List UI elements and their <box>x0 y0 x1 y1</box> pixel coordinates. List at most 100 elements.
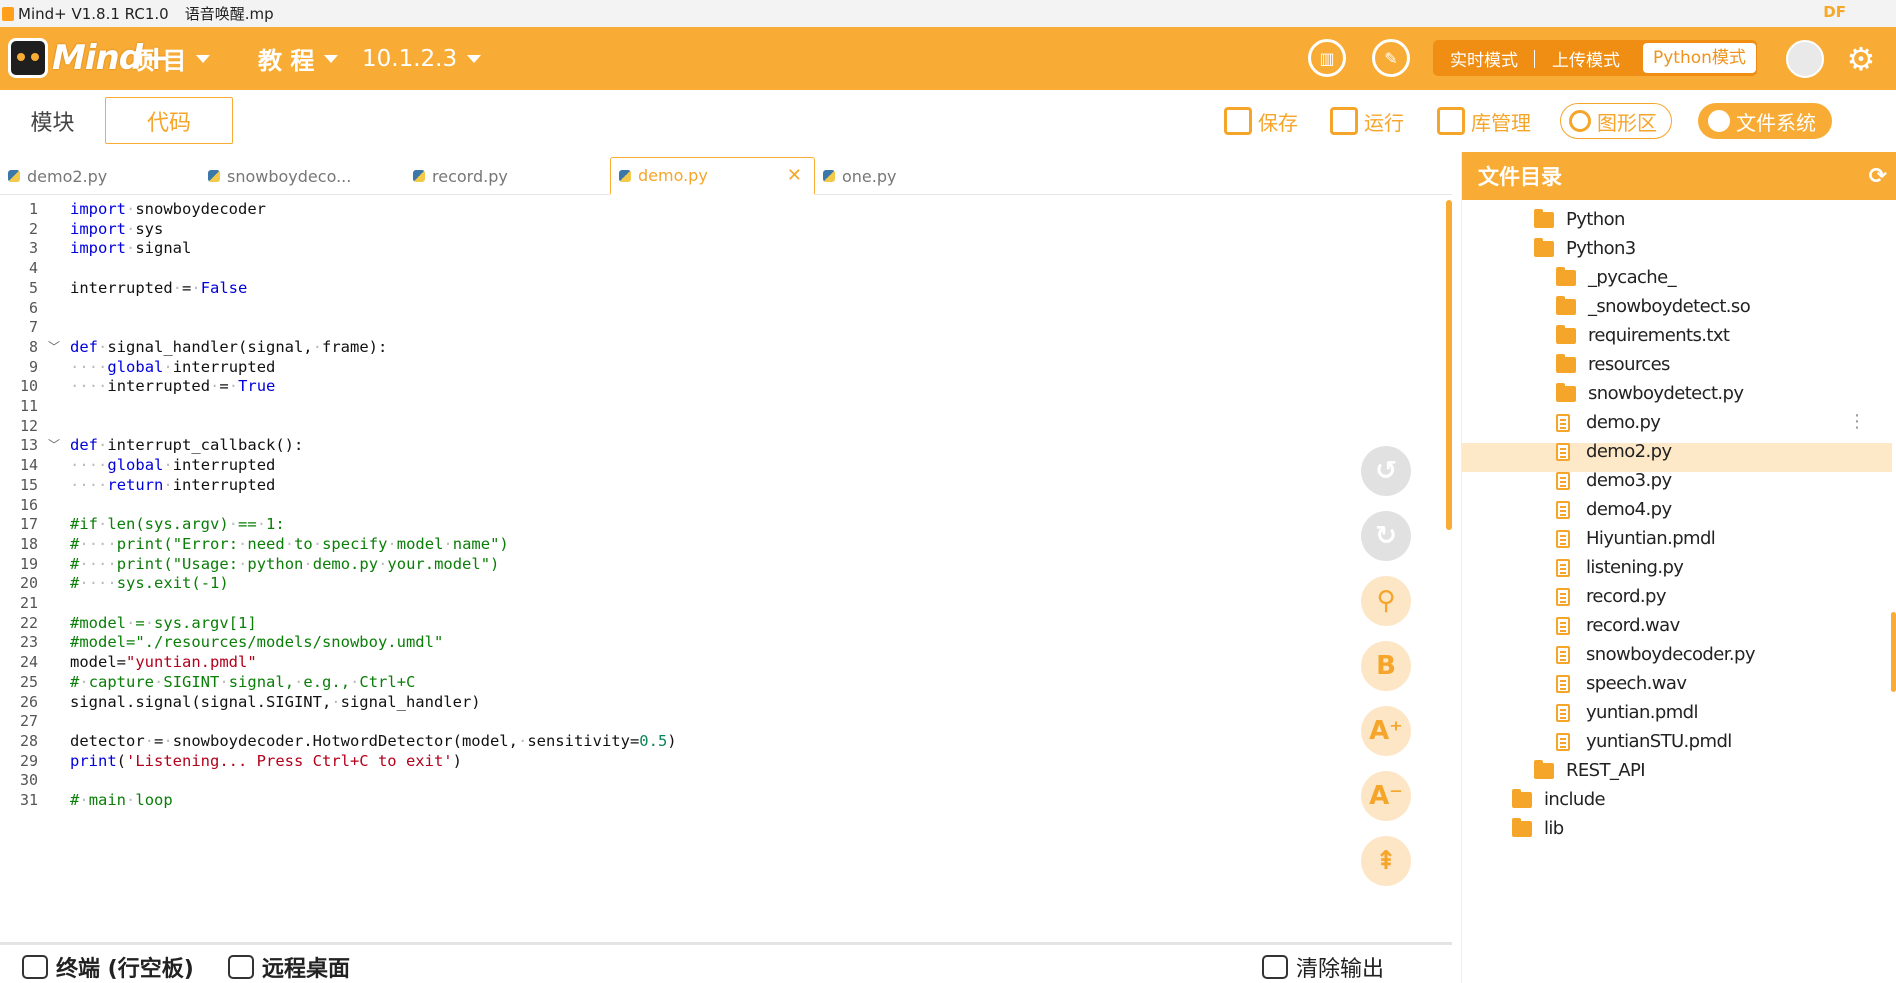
tab-file[interactable]: demo2.py <box>0 157 200 195</box>
tree-folder[interactable]: lib <box>1512 814 1564 843</box>
folder-icon <box>1534 208 1554 228</box>
mode-python[interactable]: Python模式 <box>1643 43 1756 73</box>
tab-file[interactable]: one.py <box>815 157 1020 195</box>
tree-file[interactable]: record.py <box>1556 582 1667 611</box>
tree-item-label: yuntian.pmdl <box>1586 702 1698 723</box>
file-icon <box>1556 674 1570 693</box>
tab-modules[interactable]: 模块 <box>0 97 105 144</box>
tab-file[interactable]: record.py <box>405 157 610 195</box>
tree-folder[interactable]: snowboydetect.py <box>1556 379 1744 408</box>
gear-icon[interactable]: ⚙ <box>1844 42 1878 76</box>
filesystem-button[interactable]: 文件系统 <box>1698 103 1832 139</box>
tab-file-label: demo.py <box>638 166 708 185</box>
link-icon <box>22 955 48 979</box>
python-icon <box>823 170 835 182</box>
python-icon <box>8 170 20 182</box>
clear-label: 清除输出 <box>1296 957 1385 982</box>
tree-item-label: REST_API <box>1566 760 1646 781</box>
filesystem-label: 文件系统 <box>1736 110 1816 135</box>
font-decrease-icon[interactable]: A⁻ <box>1361 771 1411 821</box>
user-avatar[interactable] <box>1786 40 1824 78</box>
tree-item-label: Python3 <box>1566 238 1636 259</box>
device-ip-menu[interactable]: 10.1.2.3 <box>362 27 482 90</box>
tree-file[interactable]: demo.py <box>1556 408 1661 437</box>
tab-file-label: record.py <box>432 166 508 186</box>
tree-file[interactable]: demo3.py <box>1556 466 1672 495</box>
remote-desktop-tab[interactable]: 远程桌面 <box>228 951 350 983</box>
terminal-tab[interactable]: 终端 (行空板) <box>22 951 194 983</box>
monitor-icon <box>228 955 254 979</box>
tree-folder[interactable]: Python <box>1534 205 1625 234</box>
project-menu[interactable]: 项 目 <box>130 27 211 90</box>
file-tabs: demo2.py snowboydeco... record.py demo.p… <box>0 157 1452 195</box>
window-title: Mind+ V1.8.1 RC1.0 <box>18 4 169 23</box>
file-icon <box>1556 529 1570 548</box>
run-button[interactable]: 运行 <box>1330 104 1404 138</box>
tree-item-label: requirements.txt <box>1588 325 1730 346</box>
tree-file[interactable]: speech.wav <box>1556 669 1687 698</box>
graph-area-button[interactable]: 图形区 <box>1560 103 1672 139</box>
python-icon <box>413 170 425 182</box>
tree-folder[interactable]: _snowboydetect.so <box>1556 292 1751 321</box>
format-bold-icon[interactable]: B <box>1361 641 1411 691</box>
chevron-down-icon <box>324 54 339 63</box>
undo-icon[interactable]: ↺ <box>1361 446 1411 496</box>
tree-item-label: snowboydetect.py <box>1588 383 1744 404</box>
refresh-icon[interactable]: ⟳ <box>1869 164 1887 189</box>
mode-realtime[interactable]: 实时模式 <box>1433 46 1535 71</box>
tree-item-label: _pycache_ <box>1588 267 1677 288</box>
search-icon[interactable]: ⚲ <box>1361 576 1411 626</box>
folder-icon <box>1556 324 1576 344</box>
tree-file[interactable]: listening.py <box>1556 553 1684 582</box>
tutorial-menu[interactable]: 教 程 <box>258 27 339 90</box>
redo-icon[interactable]: ↻ <box>1361 511 1411 561</box>
close-icon[interactable]: ✕ <box>787 165 802 186</box>
library-button[interactable]: 库管理 <box>1437 104 1531 138</box>
play-icon <box>1330 107 1358 135</box>
chevron-down-icon <box>196 54 211 63</box>
tree-file[interactable]: yuntianSTU.pmdl <box>1556 727 1732 756</box>
clear-output-button[interactable]: 清除输出 <box>1262 951 1384 983</box>
tab-code[interactable]: 代码 <box>105 97 233 144</box>
remote-label: 远程桌面 <box>262 957 351 982</box>
tree-folder[interactable]: resources <box>1556 350 1670 379</box>
tree-item-label: include <box>1544 789 1606 810</box>
mode-switch: 实时模式 上传模式 Python模式 <box>1433 40 1757 76</box>
save-button[interactable]: 保存 <box>1224 104 1298 138</box>
scroll-top-icon[interactable]: ⇞ <box>1361 836 1411 886</box>
panel-scrollbar[interactable] <box>1891 612 1896 692</box>
tab-file-label: one.py <box>842 166 897 186</box>
tree-folder[interactable]: include <box>1512 785 1606 814</box>
tree-item-label: yuntianSTU.pmdl <box>1586 731 1732 752</box>
tree-item-label: Hiyuntian.pmdl <box>1586 528 1716 549</box>
tree-file[interactable]: record.wav <box>1556 611 1680 640</box>
tree-file[interactable]: Hiyuntian.pmdl <box>1556 524 1716 553</box>
code-editor[interactable]: 1 import·snowboydecoder 2 import·sys 3 import… <box>0 196 1452 928</box>
tree-folder[interactable]: Python3 <box>1534 234 1636 263</box>
tab-file-active[interactable]: demo.py ✕ <box>610 157 815 195</box>
selected-row-highlight <box>1462 443 1892 472</box>
more-options-icon[interactable]: ⋮ <box>1848 411 1866 432</box>
tree-item-label: demo2.py <box>1586 441 1672 462</box>
tree-file[interactable]: yuntian.pmdl <box>1556 698 1698 727</box>
code-line[interactable]: 31 #·main·loop <box>0 789 1440 812</box>
device-ip-label: 10.1.2.3 <box>362 45 458 72</box>
tree-folder[interactable]: requirements.txt <box>1556 321 1730 350</box>
tree-folder[interactable]: _pycache_ <box>1556 263 1677 292</box>
stats-icon[interactable]: ▥ <box>1308 39 1346 77</box>
tree-file[interactable]: demo2.py <box>1556 437 1672 466</box>
tree-item-label: listening.py <box>1586 557 1684 578</box>
font-increase-icon[interactable]: A⁺ <box>1361 706 1411 756</box>
tutorial-menu-label: 教 程 <box>258 47 315 75</box>
tree-file[interactable]: snowboydecoder.py <box>1556 640 1755 669</box>
file-icon <box>1556 558 1570 577</box>
tree-item-label: snowboydecoder.py <box>1586 644 1755 665</box>
tree-folder[interactable]: REST_API <box>1534 756 1646 785</box>
edit-icon[interactable]: ✎ <box>1372 39 1410 77</box>
mode-upload[interactable]: 上传模式 <box>1535 46 1637 71</box>
tab-file[interactable]: snowboydeco... <box>200 157 405 195</box>
editor-scrollbar[interactable] <box>1446 200 1452 530</box>
code-text: #·main·loop <box>70 791 173 809</box>
folder-icon <box>1556 382 1576 402</box>
tree-file[interactable]: demo4.py <box>1556 495 1672 524</box>
